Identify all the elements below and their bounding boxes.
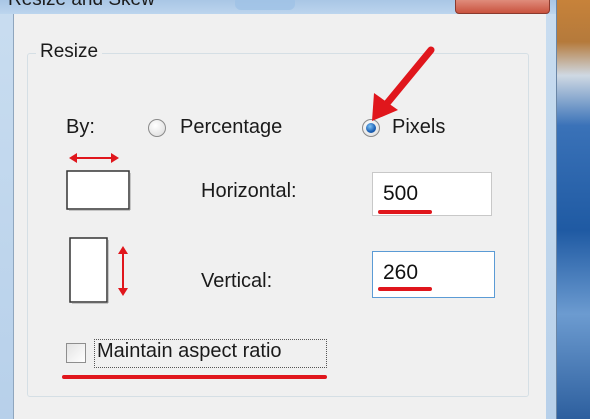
maintain-aspect-underline bbox=[62, 375, 327, 379]
horizontal-input[interactable] bbox=[383, 182, 473, 206]
maintain-aspect-label[interactable]: Maintain aspect ratio bbox=[97, 340, 282, 363]
vertical-underline bbox=[378, 287, 432, 291]
vertical-resize-icon bbox=[69, 237, 128, 304]
vertical-label: Vertical: bbox=[201, 270, 273, 292]
horizontal-resize-icon bbox=[66, 153, 131, 211]
vertical-input[interactable] bbox=[383, 261, 473, 285]
maintain-aspect-checkbox[interactable] bbox=[66, 343, 86, 363]
horizontal-label: Horizontal: bbox=[201, 180, 297, 202]
horizontal-underline bbox=[378, 210, 432, 214]
